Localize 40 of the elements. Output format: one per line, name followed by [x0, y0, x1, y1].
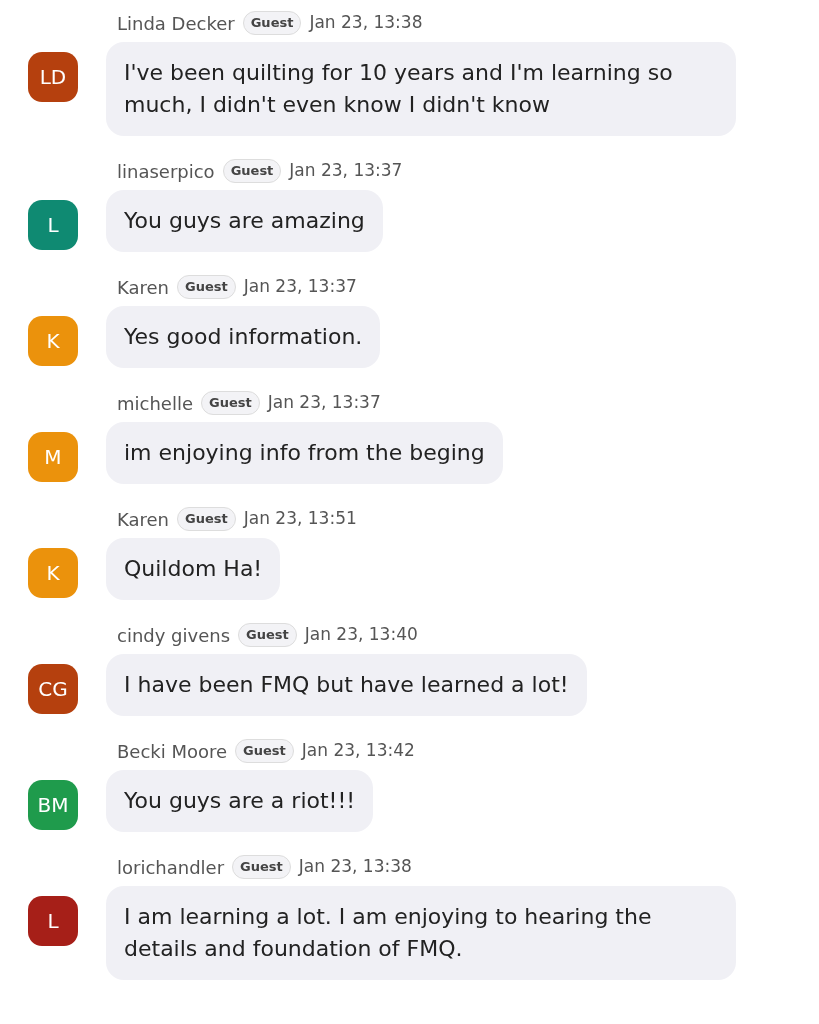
timestamp: Jan 23, 13:38	[309, 11, 423, 35]
sender-name: lorichandler	[117, 855, 225, 880]
user-avatar: L	[28, 200, 78, 250]
message-bubble: Quildom Ha!	[106, 538, 281, 600]
message-bubble: Yes good information.	[106, 306, 381, 368]
guest-badge: Guest	[222, 159, 282, 183]
guest-badge: Guest	[238, 623, 297, 647]
sender-name: linaserpico	[117, 159, 215, 184]
sender-name: Linda Decker	[117, 11, 235, 36]
sender-name: cindy givens	[117, 623, 231, 648]
timestamp: Jan 23, 13:40	[304, 623, 418, 647]
timestamp: Jan 23, 13:37	[243, 275, 357, 299]
message-bubble: You guys are a riot!!!	[106, 770, 374, 832]
guest-badge: Guest	[235, 739, 294, 763]
message-bubble: You guys are amazing	[106, 190, 383, 252]
user-avatar: L	[28, 896, 78, 946]
user-avatar: K	[28, 548, 78, 598]
guest-badge: Guest	[232, 855, 291, 879]
sender-name: Becki Moore	[117, 739, 228, 764]
guest-badge: Guest	[242, 11, 302, 35]
timestamp: Jan 23, 13:42	[301, 739, 415, 763]
timestamp: Jan 23, 13:51	[243, 507, 357, 531]
user-avatar: M	[28, 432, 78, 482]
sender-name: Karen	[117, 507, 169, 532]
user-avatar: LD	[28, 52, 78, 102]
message-bubble: I am learning a lot. I am enjoying to hearing the details and foundation of FMQ.	[106, 886, 736, 980]
message-bubble: I have been FMQ but have learned a lot!	[106, 654, 587, 716]
sender-name: Karen	[117, 275, 169, 300]
timestamp: Jan 23, 13:38	[298, 855, 412, 879]
user-avatar: K	[28, 316, 78, 366]
guest-badge: Guest	[177, 507, 236, 531]
message-bubble: im enjoying info from the beging	[106, 422, 503, 484]
guest-badge: Guest	[201, 391, 260, 415]
sender-name: michelle	[117, 391, 193, 416]
user-avatar: CG	[28, 664, 78, 714]
timestamp: Jan 23, 13:37	[289, 159, 403, 183]
timestamp: Jan 23, 13:37	[267, 391, 381, 415]
guest-badge: Guest	[177, 275, 236, 299]
message-bubble: I've been quilting for 10 years and I'm learning so much, I didn't even know I didn't know	[106, 42, 736, 136]
user-avatar: BM	[28, 780, 78, 830]
